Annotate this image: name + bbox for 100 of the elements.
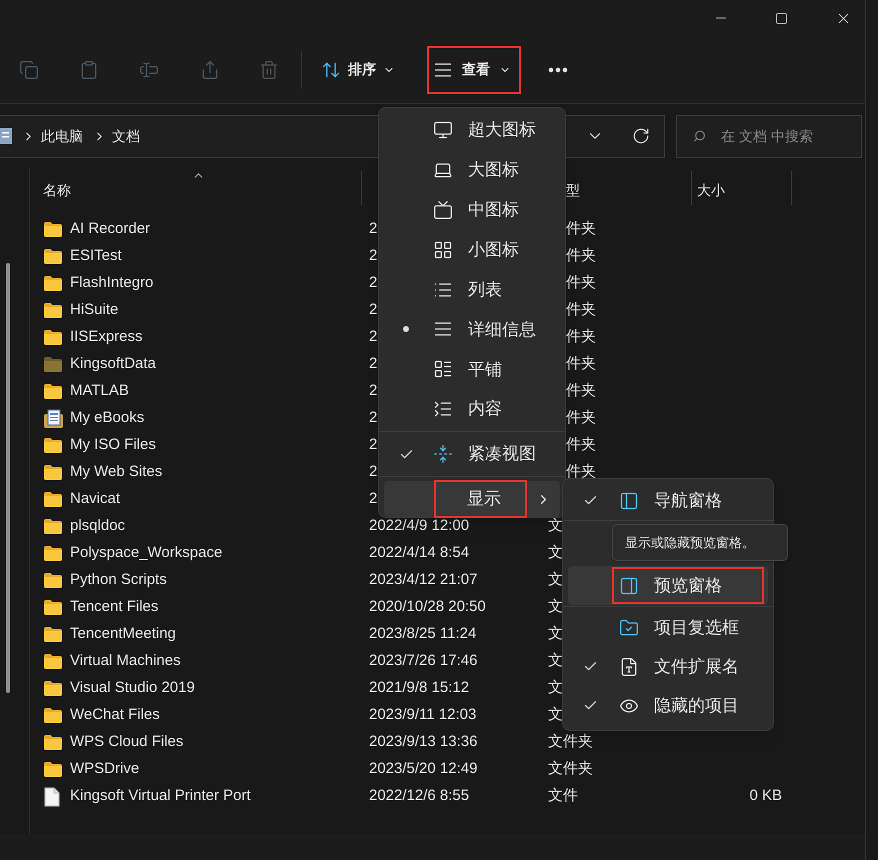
type-cell-text: 文: [548, 705, 563, 726]
file-name[interactable]: My Web Sites: [70, 461, 369, 484]
breadcrumb-item[interactable]: 文档: [112, 126, 140, 146]
folder-icon: [44, 735, 62, 750]
file-name[interactable]: TencentMeeting: [70, 623, 369, 646]
date-cell-text: 2: [369, 408, 378, 428]
type-cell-text: 文: [548, 516, 563, 536]
date-cell-text: 2: [369, 354, 378, 374]
file-name[interactable]: KingsoftData: [70, 353, 369, 376]
folder-icon: [44, 465, 62, 480]
menu-item[interactable]: 小图标: [379, 230, 565, 270]
date-cell-text: 2023/5/20 12:49: [369, 759, 478, 780]
file-name[interactable]: plsqldoc: [70, 515, 369, 538]
type-cell-text: 件夹: [565, 354, 596, 374]
menu-item[interactable]: 内容: [379, 389, 565, 430]
menu-item-label: 小图标: [468, 238, 519, 261]
type-cell-text: 文: [548, 678, 563, 698]
folder-icon: [44, 222, 62, 237]
menu-item[interactable]: 显示: [384, 481, 560, 518]
file-name[interactable]: Polyspace_Workspace: [70, 542, 369, 565]
menu-item[interactable]: 文件扩展名: [568, 647, 768, 686]
menu-item-label: 大图标: [468, 159, 519, 182]
type-cell-text: 文件夹: [548, 732, 593, 752]
compact-view-icon: [433, 444, 453, 464]
folder-icon: [44, 276, 62, 291]
clipboard-icon[interactable]: [79, 60, 99, 80]
copy-icon[interactable]: [19, 60, 39, 80]
column-header[interactable]: 大小: [697, 180, 725, 201]
screen-icon: [433, 200, 453, 220]
menu-item-label: 隐藏的项目: [654, 694, 739, 717]
date-cell-text: 2: [369, 489, 378, 510]
search-icon: [693, 128, 706, 144]
type-cell-text: 件夹: [565, 435, 596, 456]
menu-item-label: 文件扩展名: [654, 656, 739, 678]
refresh-icon[interactable]: [632, 127, 650, 145]
file-icon: [44, 786, 60, 806]
type-cell-text: 件夹: [565, 300, 596, 320]
file-name[interactable]: ESITest: [70, 245, 369, 268]
file-name[interactable]: Tencent Files: [70, 596, 369, 619]
menu-item[interactable]: 隐藏的项目: [568, 686, 768, 725]
file-name[interactable]: Python Scripts: [70, 569, 369, 592]
file-name[interactable]: MATLAB: [70, 380, 369, 403]
column-header[interactable]: 名称: [43, 180, 71, 201]
size-cell-text: 0 KB: [748, 786, 782, 806]
file-name[interactable]: My eBooks: [70, 407, 369, 430]
menu-item-label: 平铺: [468, 358, 502, 381]
breadcrumb-item[interactable]: 此电脑: [41, 126, 83, 146]
left-pane-icon: [619, 490, 639, 510]
folder-document-icon: [44, 408, 64, 428]
date-cell-text: 2: [369, 381, 378, 402]
type-cell-text: 文: [548, 597, 563, 618]
file-name[interactable]: Kingsoft Virtual Printer Port: [70, 785, 369, 808]
file-name[interactable]: WeChat Files: [70, 704, 369, 727]
date-cell-text: 2023/4/12 21:07: [369, 570, 478, 590]
type-cell-text: 件夹: [565, 381, 596, 402]
type-cell-text: 件夹: [565, 462, 596, 482]
type-cell-text: 件夹: [565, 273, 596, 294]
view-button[interactable]: 查看: [427, 46, 521, 94]
file-name[interactable]: FlashIntegro: [70, 272, 369, 295]
menu-item[interactable]: 详细信息: [379, 309, 565, 350]
rename-icon[interactable]: [139, 60, 159, 80]
folder-icon: [44, 600, 62, 615]
type-cell-text: 文: [548, 543, 563, 564]
menu-item-label: 中图标: [468, 198, 519, 221]
scrollbar[interactable]: [6, 263, 10, 693]
date-cell-text: 2: [369, 246, 378, 266]
menu-item[interactable]: 导航窗格: [568, 481, 768, 520]
menu-item[interactable]: 中图标: [379, 190, 565, 230]
sort-button[interactable]: 排序: [317, 52, 399, 88]
search-box[interactable]: 在 文档 中搜索: [676, 114, 862, 158]
sort-icon: [321, 60, 341, 80]
menu-item[interactable]: 列表: [379, 270, 565, 310]
file-name[interactable]: HiSuite: [70, 299, 369, 322]
menu-item[interactable]: 预览窗格: [568, 566, 768, 605]
file-name[interactable]: AI Recorder: [70, 218, 369, 241]
folder-icon: [44, 519, 62, 534]
menu-item-label: 详细信息: [468, 318, 536, 341]
folder-icon: [44, 384, 62, 399]
file-name[interactable]: IISExpress: [70, 326, 369, 349]
menu-item-label: 超大图标: [468, 119, 536, 142]
file-name[interactable]: Virtual Machines: [70, 650, 369, 673]
menu-item[interactable]: 项目复选框: [568, 608, 768, 647]
file-name[interactable]: Navicat: [70, 488, 369, 511]
menu-item[interactable]: 紧凑视图: [379, 434, 565, 474]
search-input[interactable]: 在 文档 中搜索: [721, 126, 861, 146]
date-cell-text: 2023/7/26 17:46: [369, 651, 478, 672]
file-name[interactable]: WPS Cloud Files: [70, 731, 369, 754]
date-cell-text: 2: [369, 462, 378, 482]
share-icon[interactable]: [200, 60, 220, 80]
file-name[interactable]: WPSDrive: [70, 758, 369, 781]
date-cell-text: 2020/10/28 20:50: [369, 597, 486, 618]
file-name[interactable]: My ISO Files: [70, 434, 369, 457]
date-cell-text: 2022/12/6 8:55: [369, 786, 470, 806]
maximize-icon[interactable]: [775, 12, 788, 24]
file-name[interactable]: Visual Studio 2019: [70, 677, 369, 700]
menu-item[interactable]: 平铺: [379, 349, 565, 390]
folder-icon: [44, 573, 62, 588]
type-cell-text: 文件夹: [548, 759, 593, 780]
date-cell-text: 2: [369, 219, 378, 240]
type-cell-text: 文件: [548, 786, 578, 806]
